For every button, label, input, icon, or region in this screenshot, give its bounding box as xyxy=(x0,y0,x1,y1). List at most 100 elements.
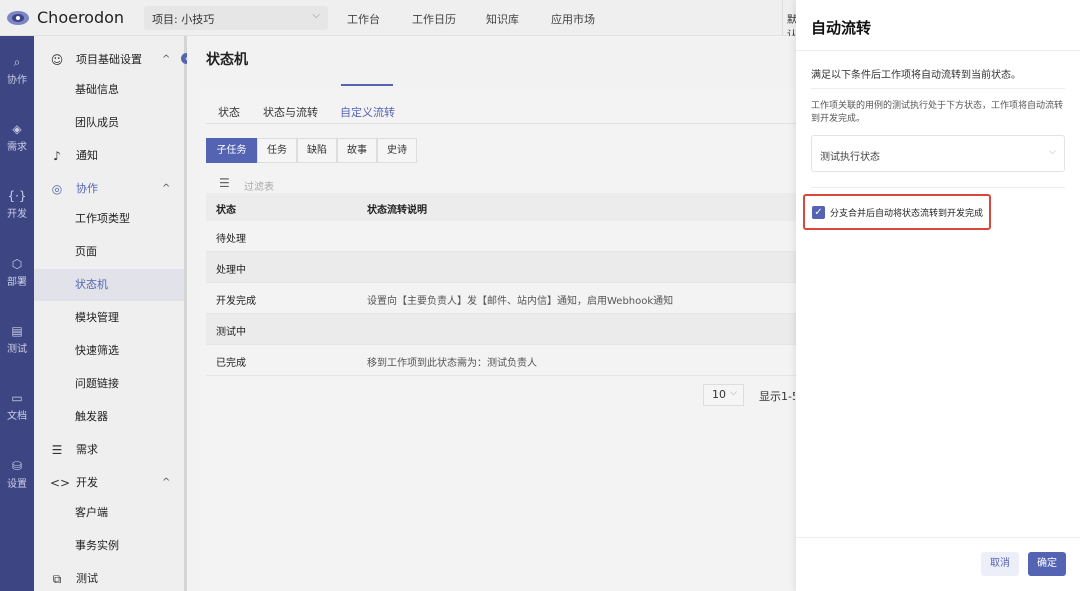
project-selector[interactable]: 项目: 小技巧 ⌵ xyxy=(144,6,328,30)
row-status: 待处理 xyxy=(216,234,246,245)
cancel-button[interactable]: 取消 xyxy=(981,552,1019,576)
leftbar-item-test[interactable]: ▤ 测试 xyxy=(0,324,34,356)
table-row[interactable]: 待处理 xyxy=(206,221,796,252)
sidemenu-item-state-machine[interactable]: 状态机 xyxy=(34,269,184,301)
leftbar-item-settings[interactable]: ⛁ 设置 xyxy=(0,459,34,491)
row-status: 已完成 xyxy=(216,358,246,369)
auto-transition-drawer: 自动流转 满足以下条件后工作项将自动流转到当前状态。 工作项关联的用例的测试执行… xyxy=(796,0,1080,591)
sidemenu-label: 客户端 xyxy=(75,506,108,519)
page-size-value: 10 xyxy=(712,388,726,401)
subtab-subtask[interactable]: 子任务 xyxy=(206,138,257,163)
leftbar-item-deploy[interactable]: ⬡ 部署 xyxy=(0,257,34,289)
leftbar-label: 部署 xyxy=(7,277,27,288)
header-status: 状态 xyxy=(216,205,236,216)
clipboard-icon: ▤ xyxy=(11,324,23,338)
leftbar-item-docs[interactable]: ▭ 文档 xyxy=(0,391,34,423)
page-size-select[interactable]: 10 ⌵ xyxy=(703,384,744,406)
code-icon: {·} xyxy=(7,189,27,203)
code-icon: <> xyxy=(50,476,71,490)
layers-icon: ◈ xyxy=(12,122,22,136)
sidemenu-item-transaction-instances[interactable]: 事务实例 xyxy=(34,530,184,562)
left-icon-bar: ⌕ 协作 ◈ 需求 {·} 开发 ⬡ 部署 ▤ 测试 ▭ 文档 ⛁ 设置 xyxy=(0,36,34,591)
sidemenu-item-quick-filter[interactable]: 快速筛选 xyxy=(34,335,184,367)
select-placeholder: 测试执行状态 xyxy=(820,152,880,163)
highlight-box: ✓ 分支合并后自动将状态流转到开发完成 xyxy=(803,194,991,230)
table-header: 状态 状态流转说明 xyxy=(206,193,796,221)
sidemenu-item-issue-types[interactable]: 工作项类型 xyxy=(34,203,184,235)
nav-workbench[interactable]: 工作台 xyxy=(347,11,380,27)
row-desc: 设置向【主要负责人】发【邮件、站内信】通知，启用Webhook通知 xyxy=(367,296,674,307)
leftbar-item-collab[interactable]: ⌕ 协作 xyxy=(0,55,34,87)
search-icon: ⌕ xyxy=(13,55,21,69)
list-icon: ☰ xyxy=(51,443,63,457)
test-icon: ⧉ xyxy=(52,572,62,586)
sidemenu-item-issue-links[interactable]: 问题链接 xyxy=(34,368,184,400)
subtab-story[interactable]: 故事 xyxy=(337,138,377,163)
sidemenu-item-pages[interactable]: 页面 xyxy=(34,236,184,268)
leftbar-label: 文档 xyxy=(7,411,27,422)
sidemenu-label: 页面 xyxy=(75,245,97,258)
subtab-epic[interactable]: 史诗 xyxy=(377,138,417,163)
filter-input[interactable]: 过滤表 xyxy=(244,178,274,193)
sidemenu-group-collab[interactable]: ◎ 协作 ^ xyxy=(34,173,184,205)
subtab-task[interactable]: 任务 xyxy=(257,138,297,163)
table-row[interactable]: 处理中 xyxy=(206,252,796,283)
confirm-button[interactable]: 确定 xyxy=(1028,552,1066,576)
divider xyxy=(811,88,1065,89)
sidemenu-label: 测试 xyxy=(76,572,98,585)
choerodon-logo-icon[interactable] xyxy=(6,7,30,29)
drawer-header-divider xyxy=(796,50,1080,51)
sidemenu-item-basic-info[interactable]: 基础信息 xyxy=(34,74,184,106)
sidemenu-label: 模块管理 xyxy=(75,311,119,324)
sidemenu-label: 问题链接 xyxy=(75,377,119,390)
checkbox-label[interactable]: 分支合并后自动将状态流转到开发完成 xyxy=(830,206,983,219)
test-execution-status-select[interactable]: 测试执行状态 ⌵ xyxy=(811,135,1065,172)
table-row[interactable]: 已完成 移到工作项到此状态需为：测试负责人 xyxy=(206,345,796,376)
sidemenu-group-project-settings[interactable]: ☺ 项目基础设置 ^ xyxy=(34,44,184,76)
sidemenu-label: 快速筛选 xyxy=(75,344,119,357)
sidemenu-item-module-management[interactable]: 模块管理 xyxy=(34,302,184,334)
sidemenu-label: 需求 xyxy=(76,443,98,456)
sidemenu-label: 状态机 xyxy=(75,278,108,291)
drawer-note: 工作项关联的用例的测试执行处于下方状态，工作项将自动流转到开发完成。 xyxy=(811,101,1064,124)
sidemenu-item-client[interactable]: 客户端 xyxy=(34,497,184,529)
settings-smile-icon: ☺ xyxy=(50,53,64,67)
top-right-menu[interactable]: 默认 xyxy=(782,0,796,36)
sidemenu-label: 协作 xyxy=(76,182,98,195)
chevron-up-icon: ^ xyxy=(162,183,171,194)
chevron-down-icon: ⌵ xyxy=(1049,147,1056,157)
project-label: 项目: 小技巧 xyxy=(152,13,215,26)
sidemenu-group-test[interactable]: ⧉ 测试 xyxy=(34,563,184,591)
sidemenu-group-develop[interactable]: <> 开发 ^ xyxy=(34,467,184,499)
sidemenu-label: 团队成员 xyxy=(75,116,119,129)
nav-work-calendar[interactable]: 工作日历 xyxy=(412,11,456,27)
brand-name[interactable]: Choerodon xyxy=(37,8,124,27)
leftbar-item-develop[interactable]: {·} 开发 xyxy=(0,189,34,221)
subtab-bug[interactable]: 缺陷 xyxy=(297,138,337,163)
sidemenu-item-team-members[interactable]: 团队成员 xyxy=(34,107,184,139)
sidemenu-group-requirements[interactable]: ☰ 需求 xyxy=(34,434,184,466)
nav-knowledge-base[interactable]: 知识库 xyxy=(486,11,519,27)
leftbar-label: 设置 xyxy=(7,479,27,490)
leftbar-label: 开发 xyxy=(7,209,27,220)
sidemenu-group-notify[interactable]: ♪ 通知 xyxy=(34,140,184,172)
leftbar-item-requirements[interactable]: ◈ 需求 xyxy=(0,122,34,154)
leftbar-label: 测试 xyxy=(7,344,27,355)
filter-icon[interactable]: ☰ xyxy=(219,176,230,190)
drawer-title: 自动流转 xyxy=(811,19,872,37)
side-menu: ☺ 项目基础设置 ^ 基础信息 团队成员 ♪ 通知 ◎ 协作 ^ 工作项类型 页… xyxy=(34,36,184,591)
table-row[interactable]: 测试中 xyxy=(206,314,796,345)
sidemenu-item-triggers[interactable]: 触发器 xyxy=(34,401,184,433)
drawer-footer-divider xyxy=(796,537,1080,538)
checkbox-checked-icon[interactable]: ✓ xyxy=(812,206,825,219)
chevron-up-icon: ^ xyxy=(162,477,171,488)
table-row[interactable]: 开发完成 设置向【主要负责人】发【邮件、站内信】通知，启用Webhook通知 xyxy=(206,283,796,314)
row-status: 开发完成 xyxy=(216,296,256,307)
bell-icon: ♪ xyxy=(53,149,61,163)
nav-app-market[interactable]: 应用市场 xyxy=(551,11,595,27)
collab-icon: ◎ xyxy=(51,182,63,196)
main-layer: 子任务 任务 缺陷 故事 史诗 ☰ 过滤表 状态 状态流转说明 待处理 处理中 … xyxy=(187,36,796,591)
sidemenu-label: 开发 xyxy=(76,476,98,489)
sidemenu-label: 基础信息 xyxy=(75,83,119,96)
divider xyxy=(811,187,1065,188)
